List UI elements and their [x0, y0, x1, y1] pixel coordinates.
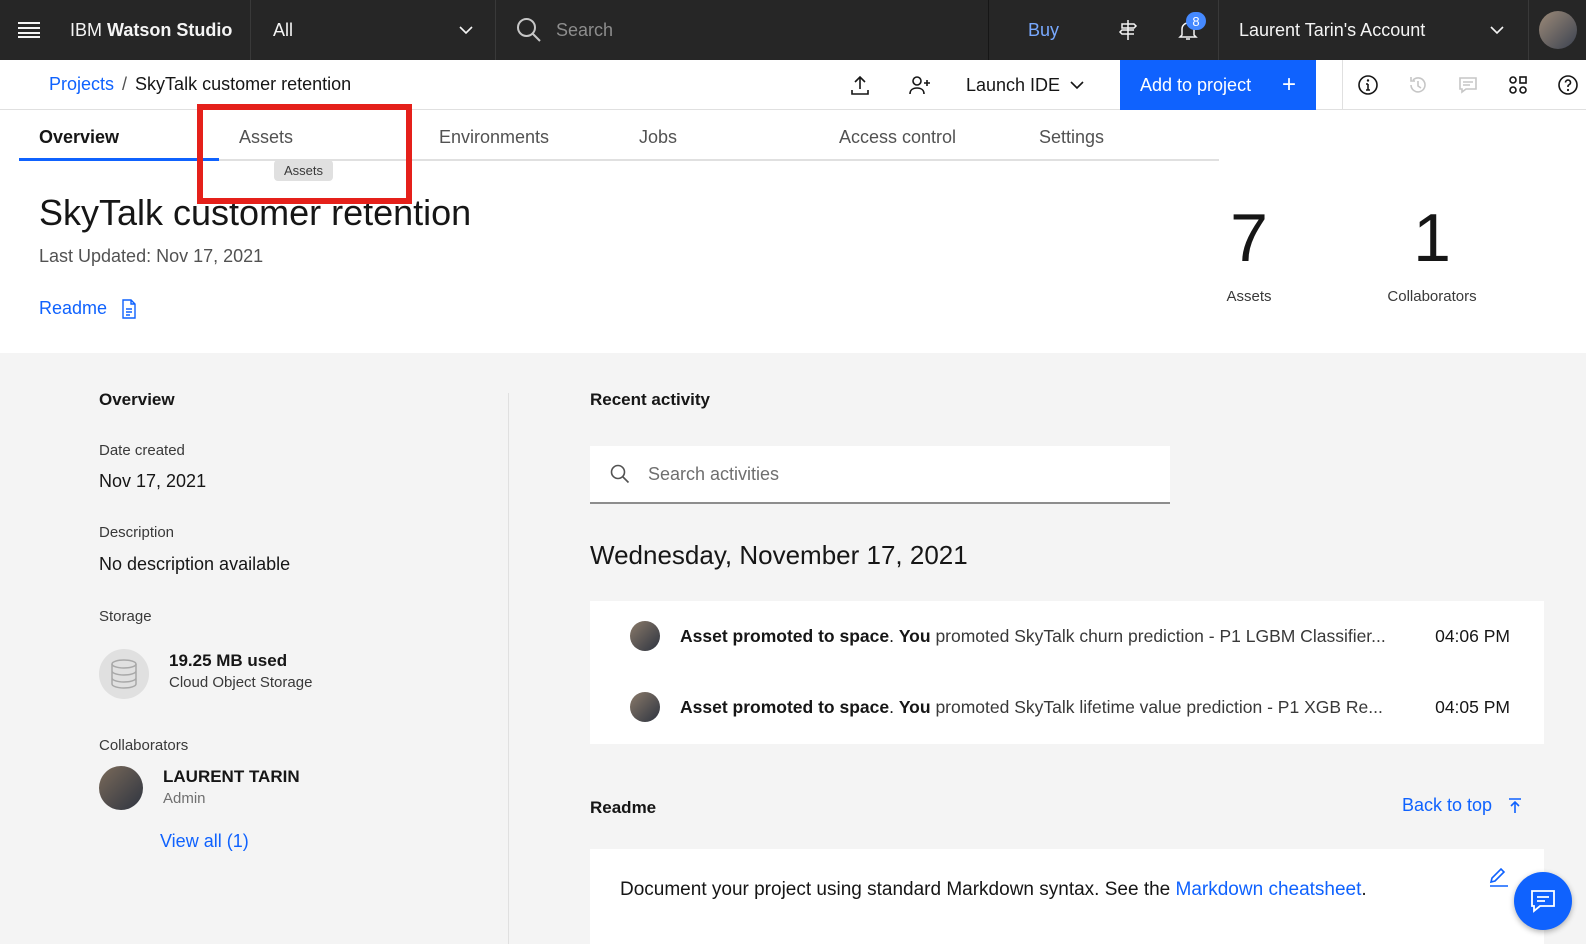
add-to-project-button[interactable]: Add to project + — [1120, 60, 1316, 110]
tab-overview[interactable]: Overview — [19, 113, 219, 161]
assets-stat[interactable]: 7 Assets — [1197, 204, 1301, 305]
chat-icon — [1531, 890, 1555, 913]
activity-event: Asset promoted to space — [680, 696, 890, 717]
scope-value: All — [273, 19, 294, 40]
activity-date-heading: Wednesday, November 17, 2021 — [590, 540, 968, 570]
account-switcher[interactable]: Laurent Tarin's Account — [1218, 0, 1528, 60]
hamburger-menu-icon[interactable] — [0, 0, 58, 60]
storage-icon — [99, 649, 149, 699]
buy-link[interactable]: Buy — [988, 0, 1098, 60]
global-header: IBM Watson Studio All Search Buy 8 Laure… — [0, 0, 1586, 60]
tab-environments[interactable]: Environments — [419, 113, 619, 161]
description-label: Description — [99, 524, 175, 541]
document-icon — [122, 298, 136, 319]
activity-time: 04:05 PM — [1435, 696, 1510, 717]
collaborator-role: Admin — [163, 790, 206, 807]
breadcrumb-current: SkyTalk customer retention — [135, 74, 352, 94]
description-value: No description available — [99, 554, 291, 574]
activity-item[interactable]: Asset promoted to space. You promoted Sk… — [630, 692, 1510, 722]
date-created-label: Date created — [99, 442, 185, 459]
chevron-down-icon — [459, 25, 473, 34]
signpost-icon[interactable] — [1098, 0, 1158, 60]
arrow-up-to-top-icon — [1509, 797, 1522, 813]
activity-item[interactable]: Asset promoted to space. You promoted Sk… — [630, 621, 1510, 651]
chevron-down-icon — [1490, 25, 1504, 34]
readme-heading: Readme — [590, 798, 657, 817]
user-avatar[interactable] — [1528, 0, 1586, 60]
storage-type: Cloud Object Storage — [169, 674, 313, 691]
breadcrumb: Projects / SkyTalk customer retention — [49, 74, 351, 95]
search-placeholder: Search — [556, 19, 614, 40]
launch-ide-dropdown[interactable]: Launch IDE — [950, 60, 1100, 110]
global-search[interactable]: Search — [496, 0, 988, 60]
collaborators-label: Collaborators — [99, 737, 189, 754]
highlight-box — [197, 104, 412, 204]
activity-event: Asset promoted to space — [680, 625, 890, 646]
scope-dropdown[interactable]: All — [250, 0, 496, 60]
help-icon[interactable] — [1543, 60, 1586, 110]
storage-label: Storage — [99, 608, 152, 625]
activity-avatar — [630, 692, 660, 722]
tab-settings[interactable]: Settings — [1019, 113, 1219, 161]
activity-search-placeholder: Search activities — [648, 463, 780, 484]
chat-button[interactable] — [1514, 872, 1572, 930]
activity-actor: You — [898, 696, 931, 717]
collaborators-stat[interactable]: 1 Collaborators — [1372, 204, 1492, 305]
collaborator-avatar — [99, 766, 143, 810]
readme-text: Document your project using standard Mar… — [620, 879, 1367, 900]
comments-icon[interactable] — [1443, 60, 1493, 110]
activity-time: 04:06 PM — [1435, 625, 1510, 646]
edit-icon[interactable] — [1488, 867, 1510, 887]
activity-search-input[interactable]: Search activities — [590, 446, 1170, 504]
markdown-cheatsheet-link[interactable]: Markdown cheatsheet — [1176, 879, 1362, 900]
tab-jobs[interactable]: Jobs — [619, 113, 819, 161]
tab-access-control[interactable]: Access control — [819, 113, 1019, 161]
collaborators-stat-label: Collaborators — [1387, 288, 1477, 305]
column-divider — [508, 393, 509, 944]
plus-icon: + — [1281, 71, 1296, 98]
activity-list: Asset promoted to space. You promoted Sk… — [590, 601, 1544, 744]
breadcrumb-projects-link[interactable]: Projects — [49, 74, 114, 94]
breadcrumb-separator: / — [122, 74, 128, 94]
collaborators-count: 1 — [1413, 200, 1451, 276]
assets-stat-label: Assets — [1226, 288, 1272, 305]
activity-detail: promoted SkyTalk churn prediction - P1 L… — [930, 625, 1386, 646]
overview-content: Overview Date created Nov 17, 2021 Descr… — [0, 353, 1586, 944]
recent-activity-heading: Recent activity — [590, 390, 710, 409]
search-icon — [610, 464, 630, 484]
account-name: Laurent Tarin's Account — [1239, 19, 1426, 40]
upload-icon[interactable] — [830, 60, 890, 110]
storage-used: 19.25 MB used — [169, 651, 288, 670]
product-name[interactable]: IBM Watson Studio — [58, 20, 250, 41]
date-created-value: Nov 17, 2021 — [99, 471, 207, 491]
readme-card: Document your project using standard Mar… — [590, 849, 1544, 944]
notification-badge: 8 — [1186, 12, 1206, 30]
add-to-project-label: Add to project — [1140, 74, 1252, 95]
add-collaborator-icon[interactable] — [890, 60, 950, 110]
activity-avatar — [630, 621, 660, 651]
view-all-collaborators-link[interactable]: View all (1) — [160, 831, 249, 852]
search-icon — [517, 18, 541, 42]
back-to-top-link[interactable]: Back to top — [1402, 795, 1522, 816]
notifications-icon[interactable]: 8 — [1158, 0, 1218, 60]
launch-ide-label: Launch IDE — [966, 74, 1061, 95]
readme-link-label: Readme — [39, 298, 108, 318]
readme-link[interactable]: Readme — [39, 298, 137, 319]
chevron-down-icon — [1070, 80, 1084, 89]
info-icon[interactable] — [1343, 60, 1393, 110]
apps-icon[interactable] — [1493, 60, 1543, 110]
assets-count: 7 — [1230, 200, 1268, 276]
back-to-top-label: Back to top — [1402, 795, 1493, 815]
collaborator-name: LAURENT TARIN — [163, 767, 300, 786]
overview-heading: Overview — [99, 390, 175, 409]
project-toolbar: Projects / SkyTalk customer retention Laun… — [0, 60, 1586, 110]
last-updated: Last Updated: Nov 17, 2021 — [39, 246, 264, 266]
activity-detail: promoted SkyTalk lifetime value predicti… — [930, 696, 1383, 717]
history-icon[interactable] — [1393, 60, 1443, 110]
activity-actor: You — [898, 625, 931, 646]
